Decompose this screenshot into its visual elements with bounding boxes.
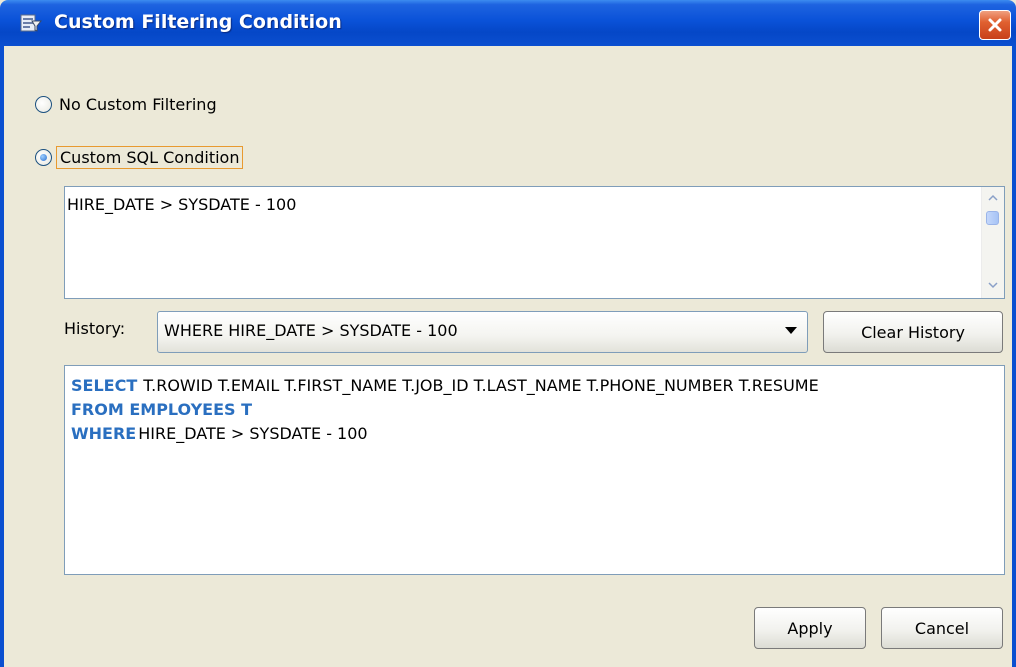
sql-select-columns: T.ROWID T.EMAIL T.FIRST_NAME T.JOB_ID T.… [143, 376, 819, 395]
custom-sql-condition-option[interactable]: Custom SQL Condition [35, 146, 244, 169]
apply-label: Apply [787, 618, 833, 638]
dropdown-arrow-icon [785, 327, 797, 334]
apply-button[interactable]: Apply [754, 607, 866, 649]
history-dropdown[interactable]: WHERE HIRE_DATE > SYSDATE - 100 [157, 311, 808, 353]
window-title: Custom Filtering Condition [54, 11, 342, 33]
no-custom-filtering-label: No Custom Filtering [59, 95, 217, 114]
custom-filtering-dialog: Custom Filtering Condition No Custom Fil… [0, 0, 1016, 667]
sql-select-line: SELECT T.ROWID T.EMAIL T.FIRST_NAME T.JOB… [71, 374, 998, 398]
radio-selected-dot [40, 154, 47, 161]
sql-preview-panel: SELECT T.ROWID T.EMAIL T.FIRST_NAME T.JOB… [64, 365, 1005, 575]
close-icon [988, 18, 1002, 32]
no-custom-filtering-option[interactable]: No Custom Filtering [35, 95, 217, 114]
title-bar[interactable]: Custom Filtering Condition [0, 0, 1016, 46]
sql-where-line: WHERE HIRE_DATE > SYSDATE - 100 [71, 422, 998, 446]
history-selected-value: WHERE HIRE_DATE > SYSDATE - 100 [164, 321, 458, 340]
cancel-label: Cancel [914, 618, 970, 638]
history-label: History: [64, 319, 126, 338]
chevron-down-icon [988, 282, 998, 289]
chevron-up-icon [988, 194, 998, 201]
sql-select-keyword: SELECT [71, 376, 138, 395]
clear-history-label: Clear History [861, 322, 965, 342]
window-frame-left [0, 46, 4, 667]
custom-sql-condition-radio[interactable] [35, 149, 52, 166]
scroll-down-button[interactable] [984, 277, 1002, 294]
sql-from-clause: FROM EMPLOYEES T [71, 400, 253, 419]
sql-where-keyword: WHERE [71, 424, 137, 443]
close-button[interactable] [979, 10, 1011, 40]
window-frame-right [1012, 46, 1016, 667]
sql-condition-textarea[interactable]: HIRE_DATE > SYSDATE - 100 [64, 186, 1005, 299]
scroll-thumb[interactable] [986, 211, 999, 225]
no-custom-filtering-radio[interactable] [35, 96, 52, 113]
sql-condition-scrollbar[interactable] [981, 187, 1004, 298]
sql-from-line: FROM EMPLOYEES T [71, 398, 998, 422]
custom-sql-condition-label: Custom SQL Condition [56, 146, 244, 169]
clear-history-button[interactable]: Clear History [823, 311, 1003, 353]
filter-dialog-icon [20, 14, 42, 32]
sql-where-condition: HIRE_DATE > SYSDATE - 100 [138, 424, 368, 443]
cancel-button[interactable]: Cancel [881, 607, 1003, 649]
scroll-up-button[interactable] [984, 189, 1002, 206]
sql-condition-text: HIRE_DATE > SYSDATE - 100 [67, 195, 297, 214]
